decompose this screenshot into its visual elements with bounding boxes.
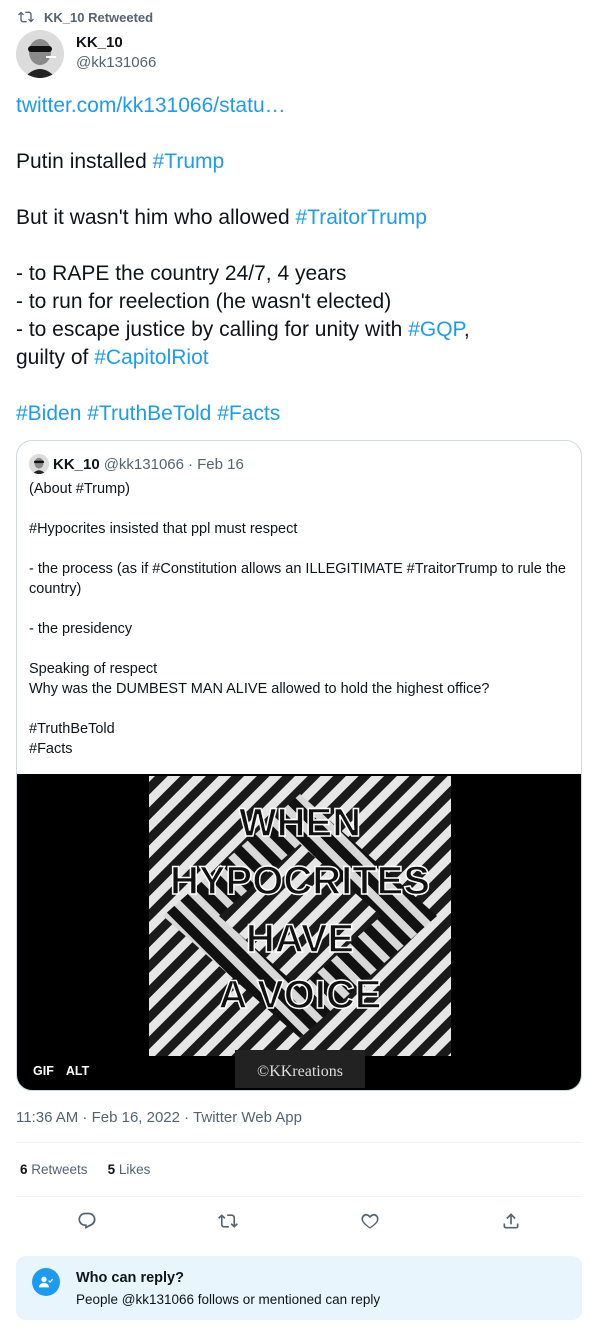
media-badges: GIF ALT — [29, 1062, 97, 1080]
quote-media-gif[interactable]: WHEN HYPOCRITES HAVE A VOICE ©KKreations… — [17, 774, 581, 1090]
hashtag-link[interactable]: #TraitorTrump — [295, 206, 426, 229]
retweet-header[interactable]: KK_10 Retweeted — [18, 8, 153, 26]
author-handle[interactable]: @kk131066 — [76, 53, 156, 73]
media-caption-line: HYPOCRITES — [170, 859, 430, 903]
divider — [16, 1142, 582, 1143]
tweet-text-line: - to RAPE the country 24/7, 4 years — [16, 262, 347, 285]
retweet-icon — [18, 11, 34, 23]
hashtag-link[interactable]: #TruthBeTold — [87, 402, 211, 425]
quoted-tweet[interactable]: KK_10 @kk131066 · Feb 16 (About #Trump) … — [16, 440, 582, 1091]
quote-line: Speaking of respect — [29, 661, 158, 677]
tweet-timestamp[interactable]: 11:36 AM · Feb 16, 2022 · Twitter Web Ap… — [16, 1108, 302, 1128]
likes-count: 5 — [107, 1162, 116, 1177]
quote-text: (About #Trump) #Hypocrites insisted that… — [29, 479, 569, 759]
share-icon — [503, 1213, 519, 1229]
who-can-reply-title: Who can reply? — [76, 1270, 184, 1286]
tweet-text-line: - to run for reelection (he wasn't elect… — [16, 290, 392, 313]
tweet-text-line: - to escape justice by calling for unity… — [16, 318, 409, 341]
gif-badge: GIF — [29, 1062, 58, 1080]
hashtag-link[interactable]: #CapitolRiot — [94, 346, 208, 369]
retweet-button[interactable] — [211, 1204, 245, 1238]
person-check-icon — [32, 1268, 60, 1296]
likes-label: Likes — [118, 1162, 151, 1177]
media-caption-line: A VOICE — [219, 973, 382, 1017]
likes-stat[interactable]: 5 Likes — [108, 1160, 151, 1180]
media-caption-line: WHEN — [239, 801, 361, 845]
tweet-text-punct: , — [463, 318, 470, 341]
tweet-author[interactable]: KK_10 @kk131066 — [16, 30, 156, 78]
media-watermark: ©KKreations — [257, 1063, 343, 1080]
hashtag-link[interactable]: #Biden — [16, 402, 81, 425]
alt-badge[interactable]: ALT — [61, 1062, 94, 1080]
quote-author-handle: @kk131066 — [103, 455, 184, 473]
reply-icon — [78, 1212, 96, 1229]
quote-line: - the presidency — [29, 621, 133, 637]
share-button[interactable] — [494, 1204, 528, 1238]
who-can-reply-panel[interactable]: Who can reply? People @kk131066 follows … — [16, 1256, 582, 1320]
media-caption-line: HAVE — [246, 917, 354, 961]
quote-line: #Facts — [29, 741, 73, 757]
quote-line: #TruthBeTold — [29, 721, 115, 737]
quote-line: (About #Trump) — [29, 481, 130, 497]
tweet-text-line: Putin installed — [16, 150, 153, 173]
retweet-icon — [218, 1214, 239, 1228]
quote-line: #Hypocrites insisted that ppl must respe… — [29, 521, 298, 537]
like-icon — [361, 1213, 379, 1229]
retweets-count: 6 — [20, 1162, 28, 1177]
quote-line: - the process (as if #Constitution allow… — [29, 561, 566, 597]
tweet-link[interactable]: twitter.com/kk131066/statu… — [16, 92, 582, 120]
reply-button[interactable] — [70, 1204, 104, 1238]
action-bar — [16, 1204, 582, 1238]
tweet-stats: 6 Retweets 5 Likes — [20, 1160, 170, 1180]
hashtag-link[interactable]: #GQP — [408, 318, 464, 341]
like-button[interactable] — [353, 1204, 387, 1238]
quote-line: Why was the DUMBEST MAN ALIVE allowed to… — [29, 681, 490, 697]
quote-avatar — [29, 454, 49, 474]
who-can-reply-description: People @kk131066 follows or mentioned ca… — [76, 1292, 381, 1307]
avatar[interactable] — [16, 30, 64, 78]
divider — [16, 1196, 582, 1197]
author-name[interactable]: KK_10 — [76, 33, 156, 53]
hashtag-link[interactable]: #Trump — [153, 150, 225, 173]
quote-author-name: KK_10 — [53, 455, 100, 473]
retweet-header-label: KK_10 Retweeted — [44, 9, 154, 25]
tweet-text-line: But it wasn't him who allowed — [16, 206, 296, 229]
hashtag-link[interactable]: #Facts — [217, 402, 280, 425]
tweet-text: twitter.com/kk131066/statu… Putin instal… — [16, 92, 582, 428]
tweet-text-line: guilty of — [16, 346, 95, 369]
quote-date: · Feb 16 — [187, 455, 244, 473]
quote-header: KK_10 @kk131066 · Feb 16 — [29, 453, 244, 475]
retweets-stat[interactable]: 6 Retweets — [20, 1160, 88, 1180]
retweets-label: Retweets — [31, 1162, 88, 1177]
